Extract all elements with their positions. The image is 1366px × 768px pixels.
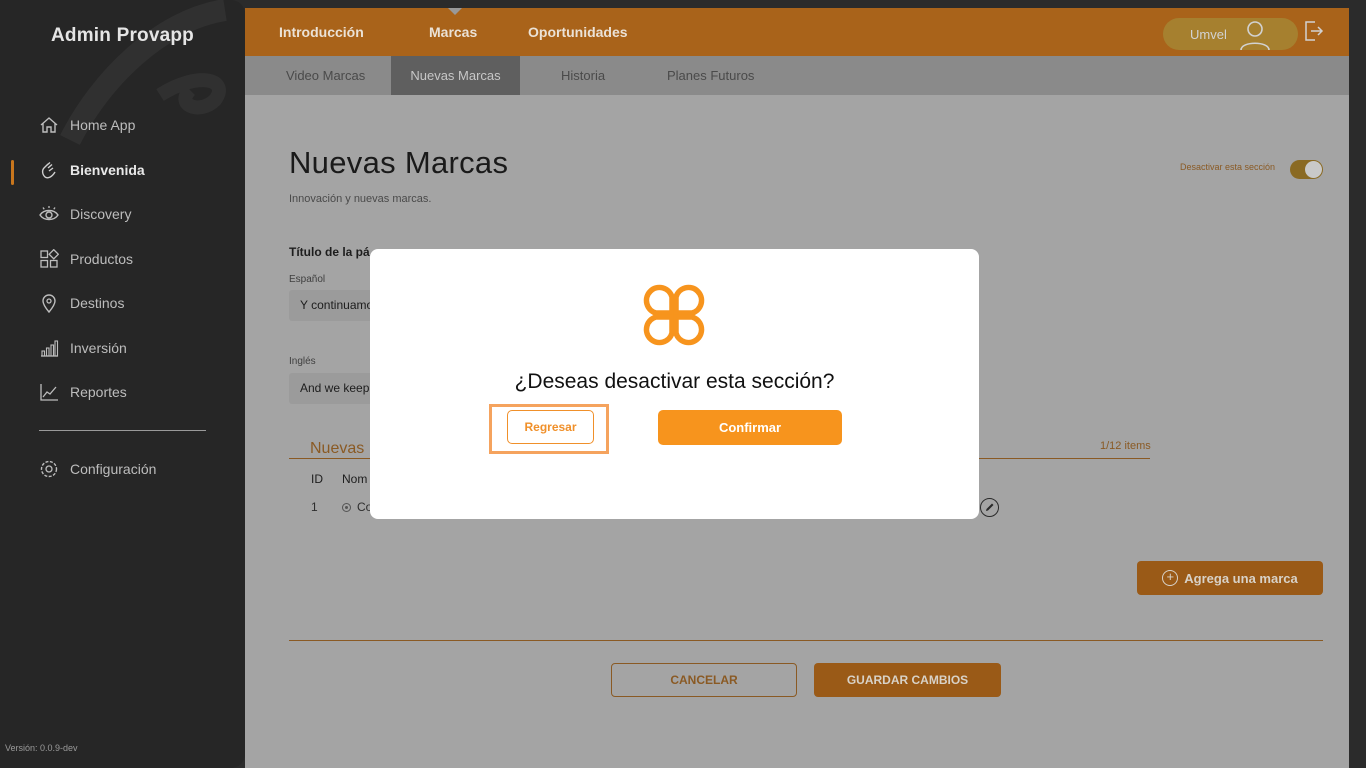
sidebar-item-discovery[interactable]: Discovery — [38, 201, 131, 227]
pencil-icon — [986, 503, 994, 511]
items-count: 1/12 items — [1100, 440, 1151, 452]
save-changes-button[interactable]: GUARDAR CAMBIOS — [814, 663, 1001, 697]
location-pin-icon — [38, 292, 60, 314]
user-avatar-icon — [1240, 21, 1270, 51]
tab-marcas[interactable]: Marcas — [429, 24, 477, 40]
sidebar-item-label: Reportes — [70, 384, 127, 400]
clover-logo-icon — [643, 284, 705, 346]
page-subtitle: Innovación y nuevas marcas. — [289, 193, 432, 205]
logout-icon[interactable] — [1304, 20, 1324, 42]
waving-hand-icon — [38, 159, 60, 181]
subtab-nuevas-marcas[interactable]: Nuevas Marcas — [391, 56, 520, 95]
tab-oportunidades[interactable]: Oportunidades — [528, 24, 628, 40]
tab-introduccion[interactable]: Introducción — [279, 24, 364, 40]
toggle-label: Desactivar esta sección — [1180, 162, 1276, 172]
add-brand-label: Agrega una marca — [1184, 570, 1298, 586]
sidebar-item-reportes[interactable]: Reportes — [38, 379, 127, 405]
radio-icon — [342, 502, 351, 512]
field-heading: Título de la pá — [289, 245, 370, 259]
eye-icon — [38, 203, 60, 225]
subtab-historia[interactable]: Historia — [561, 56, 605, 95]
edit-row-button[interactable] — [980, 498, 999, 517]
plus-circle-icon: + — [1162, 570, 1179, 586]
column-header-name: Nom — [342, 472, 368, 486]
sidebar-item-label: Configuración — [70, 461, 157, 477]
user-menu[interactable]: Umvel — [1163, 18, 1298, 51]
sidebar-item-productos[interactable]: Productos — [38, 246, 133, 272]
sub-navigation: Video Marcas Nuevas Marcas Historia Plan… — [245, 56, 1349, 95]
grid-icon — [38, 248, 60, 270]
sidebar-item-label: Productos — [70, 251, 134, 267]
app-title: Admin Provapp — [50, 25, 194, 46]
sidebar-item-configuracion[interactable]: Configuración — [38, 456, 156, 482]
confirm-dialog: ¿Deseas desactivar esta sección? Regresa… — [370, 249, 979, 519]
bar-chart-icon — [38, 337, 60, 359]
active-tab-caret — [448, 8, 462, 15]
sidebar-item-home-app[interactable]: Home App — [38, 112, 135, 138]
page-title: Nuevas Marcas — [289, 145, 509, 180]
table-row[interactable]: Co — [342, 500, 372, 514]
subtab-planes-futuros[interactable]: Planes Futuros — [667, 56, 754, 95]
sidebar-item-bienvenida[interactable]: Bienvenida — [38, 157, 145, 183]
footer-divider — [289, 640, 1323, 641]
user-name: Umvel — [1190, 27, 1227, 42]
confirm-button[interactable]: Confirmar — [658, 410, 842, 445]
dialog-question: ¿Deseas desactivar esta sección? — [514, 370, 835, 393]
line-chart-icon — [38, 381, 60, 403]
sidebar-item-label: Inversión — [70, 340, 127, 356]
sidebar-divider — [39, 430, 206, 431]
section-title: Nuevas — [310, 440, 365, 457]
version-label: Versión: 0.0.9-dev — [5, 743, 78, 753]
table-cell-id: 1 — [311, 500, 318, 514]
english-label: Inglés — [289, 356, 316, 367]
sidebar-item-label: Home App — [70, 117, 136, 133]
sidebar-item-inversion[interactable]: Inversión — [38, 335, 127, 361]
gear-icon — [38, 458, 60, 480]
toggle-knob — [1305, 161, 1322, 178]
deactivate-section-toggle[interactable] — [1290, 160, 1323, 179]
column-header-id: ID — [311, 472, 323, 486]
sidebar-item-label: Destinos — [70, 295, 125, 311]
back-button[interactable]: Regresar — [507, 410, 594, 444]
sidebar-item-label: Discovery — [70, 206, 132, 222]
home-icon — [38, 114, 60, 136]
subtab-video-marcas[interactable]: Video Marcas — [286, 56, 365, 95]
spanish-label: Español — [289, 274, 326, 285]
add-brand-button[interactable]: + Agrega una marca — [1137, 561, 1323, 595]
cancel-button[interactable]: CANCELAR — [611, 663, 797, 697]
sidebar-item-destinos[interactable]: Destinos — [38, 290, 124, 316]
sidebar-item-label: Bienvenida — [70, 162, 145, 178]
active-indicator — [11, 160, 14, 185]
sidebar: Admin Provapp Home App Bienvenida Discov… — [0, 0, 245, 768]
top-navigation: Introducción Marcas Oportunidades Umvel — [245, 8, 1349, 56]
